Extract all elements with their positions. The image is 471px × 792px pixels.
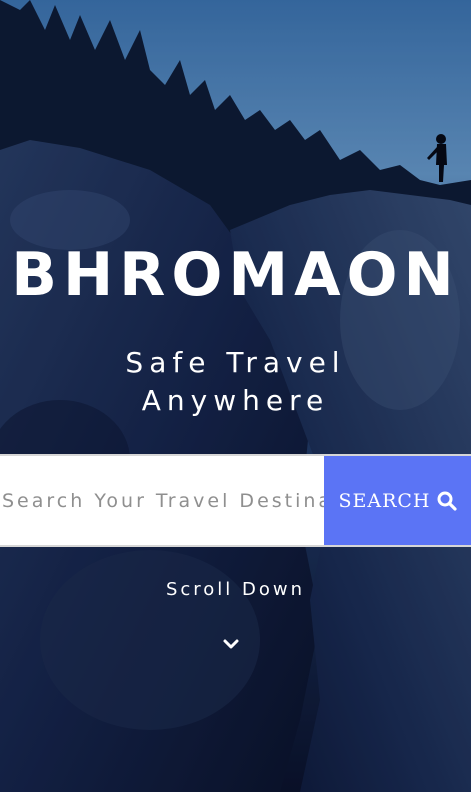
search-bar: SEARCH: [0, 454, 471, 547]
chevron-down-icon[interactable]: [222, 638, 240, 652]
hero-section: BHROMAON Safe Travel Anywhere SEARCH Scr…: [0, 0, 471, 792]
search-button-label: SEARCH: [338, 489, 431, 512]
brand-title: BHROMAON: [11, 240, 460, 310]
scroll-down-link[interactable]: Scroll Down: [0, 576, 471, 604]
search-input[interactable]: [0, 456, 324, 545]
tagline: Safe Travel Anywhere: [0, 344, 471, 420]
tagline-line-1: Safe Travel: [125, 346, 346, 379]
tagline-line-2: Anywhere: [141, 384, 330, 417]
search-icon: [437, 491, 457, 511]
search-button[interactable]: SEARCH: [324, 456, 471, 545]
